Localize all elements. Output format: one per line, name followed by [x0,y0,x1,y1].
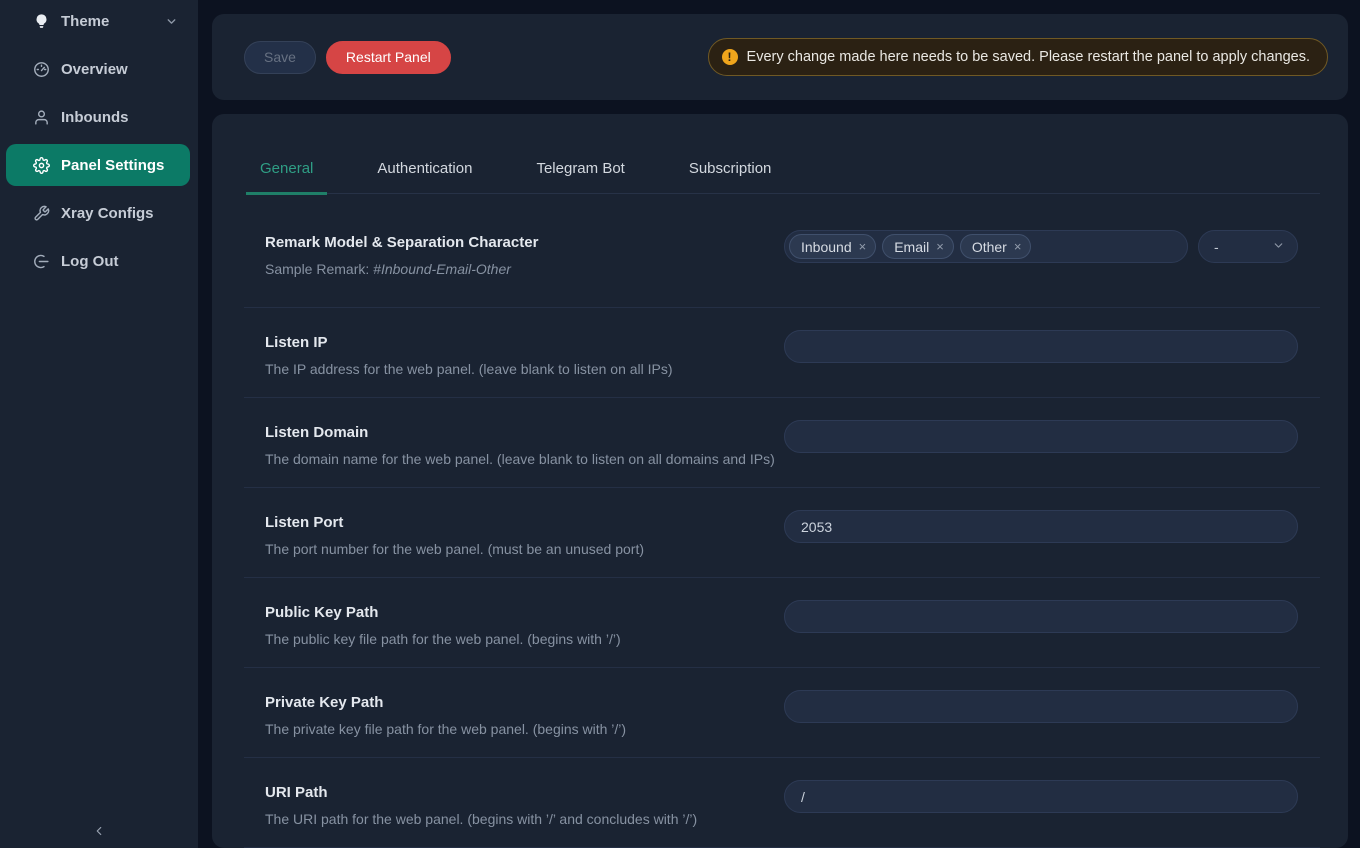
chevron-left-icon [92,824,106,843]
field-label: Remark Model & Separation Character [265,234,538,251]
sidebar-item-label: Log Out [61,253,118,270]
save-button[interactable]: Save [244,41,316,74]
sidebar-item-inbounds[interactable]: Inbounds [6,96,190,138]
tag-inbound: Inbound × [789,234,876,259]
uri-path-input[interactable] [784,780,1298,813]
toolbar-card: Save Restart Panel ! Every change made h… [212,14,1348,100]
remove-tag-icon[interactable]: × [1014,240,1022,253]
remove-tag-icon[interactable]: × [936,240,944,253]
field-text: Listen Port The port number for the web … [265,514,644,557]
sidebar-item-xray-configs[interactable]: Xray Configs [6,192,190,234]
alert-text: Every change made here needs to be saved… [747,49,1310,65]
tag-other: Other × [960,234,1032,259]
field-description: The domain name for the web panel. (leav… [265,451,775,467]
listen-ip-input[interactable] [784,330,1298,363]
field-description: Sample Remark: #Inbound-Email-Other [265,261,538,277]
sidebar-collapse-button[interactable] [0,820,198,846]
gear-icon [33,157,50,174]
field-description: The URI path for the web panel. (begins … [265,811,697,827]
user-icon [33,109,50,126]
gauge-icon [33,61,50,78]
sidebar-item-label: Inbounds [61,109,129,126]
settings-panel-card: General Authentication Telegram Bot Subs… [212,114,1348,848]
field-description: The port number for the web panel. (must… [265,541,644,557]
field-text: Listen Domain The domain name for the we… [265,424,775,467]
sample-remark-text: #Inbound-Email-Other [373,261,511,277]
form-row-listen-port: Listen Port The port number for the web … [244,488,1320,578]
sidebar-item-label: Panel Settings [61,157,164,174]
logout-icon [33,253,50,270]
form-row-listen-ip: Listen IP The IP address for the web pan… [244,308,1320,398]
sidebar-item-overview[interactable]: Overview [6,48,190,90]
tab-telegram-bot[interactable]: Telegram Bot [522,150,638,195]
sidebar-item-theme[interactable]: Theme [6,0,190,42]
tab-general[interactable]: General [246,150,327,195]
sidebar-item-label: Theme [61,13,109,30]
main-content: Save Restart Panel ! Every change made h… [212,0,1360,848]
listen-domain-input[interactable] [784,420,1298,453]
tab-subscription[interactable]: Subscription [675,150,786,195]
form-row-public-key-path: Public Key Path The public key file path… [244,578,1320,668]
public-key-path-input[interactable] [784,600,1298,633]
field-label: Private Key Path [265,694,626,711]
warning-icon: ! [722,49,738,65]
remark-controls: Inbound × Email × Other × - [784,230,1298,263]
chevron-down-icon [165,15,178,28]
field-label: Listen IP [265,334,673,351]
field-text: Remark Model & Separation Character Samp… [265,234,538,277]
restart-panel-button[interactable]: Restart Panel [326,41,451,74]
field-label: Listen Port [265,514,644,531]
private-key-path-input[interactable] [784,690,1298,723]
remark-model-tags-input[interactable]: Inbound × Email × Other × [784,230,1188,263]
remove-tag-icon[interactable]: × [859,240,867,253]
field-text: Listen IP The IP address for the web pan… [265,334,673,377]
field-text: Private Key Path The private key file pa… [265,694,626,737]
form-row-listen-domain: Listen Domain The domain name for the we… [244,398,1320,488]
form-row-uri-path: URI Path The URI path for the web panel.… [244,758,1320,848]
sidebar: Theme Overview Inbounds Panel Settings [0,0,198,848]
field-description: The private key file path for the web pa… [265,721,626,737]
field-label: Listen Domain [265,424,775,441]
field-description: The public key file path for the web pan… [265,631,621,647]
tab-authentication[interactable]: Authentication [363,150,486,195]
form-row-private-key-path: Private Key Path The private key file pa… [244,668,1320,758]
sidebar-item-panel-settings[interactable]: Panel Settings [6,144,190,186]
separation-character-select[interactable]: - [1198,230,1298,263]
restart-warning-alert: ! Every change made here needs to be sav… [708,38,1328,76]
field-text: URI Path The URI path for the web panel.… [265,784,697,827]
form-row-remark-model: Remark Model & Separation Character Samp… [244,194,1320,308]
field-text: Public Key Path The public key file path… [265,604,621,647]
sidebar-item-label: Overview [61,61,128,78]
sidebar-nav: Theme Overview Inbounds Panel Settings [0,0,198,282]
separation-character-value: - [1214,239,1219,255]
sidebar-item-label: Xray Configs [61,205,154,222]
lightbulb-icon [33,13,50,30]
sidebar-item-log-out[interactable]: Log Out [6,240,190,282]
field-label: Public Key Path [265,604,621,621]
chevron-down-icon [1272,239,1285,255]
field-label: URI Path [265,784,697,801]
tag-email: Email × [882,234,954,259]
settings-tabs: General Authentication Telegram Bot Subs… [246,114,1320,194]
field-description: The IP address for the web panel. (leave… [265,361,673,377]
wrench-icon [33,205,50,222]
listen-port-input[interactable] [784,510,1298,543]
